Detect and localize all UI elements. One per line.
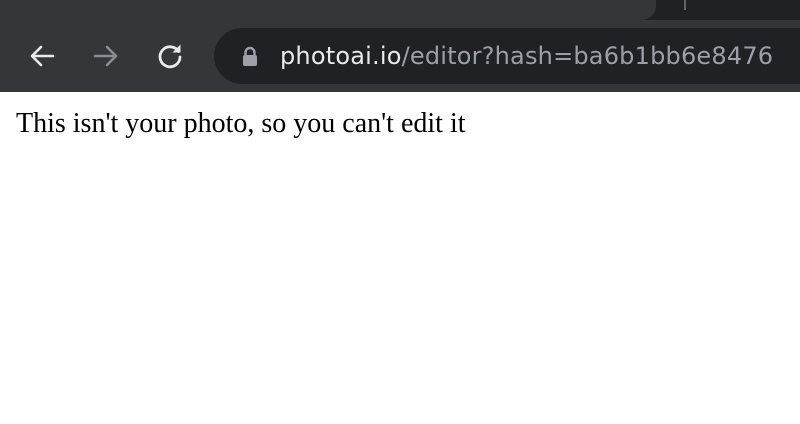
reload-button[interactable]: [150, 36, 190, 76]
active-tab[interactable]: [0, 0, 656, 20]
tab-strip: [0, 0, 800, 20]
url-path: /editor?hash=ba6b1bb6e8476: [401, 42, 774, 70]
browser-toolbar: photoai.io/editor?hash=ba6b1bb6e8476: [0, 0, 800, 92]
url-text[interactable]: photoai.io/editor?hash=ba6b1bb6e8476: [280, 40, 773, 72]
back-arrow-icon: [30, 45, 55, 67]
address-bar[interactable]: photoai.io/editor?hash=ba6b1bb6e8476: [214, 28, 800, 84]
back-button[interactable]: [22, 36, 62, 76]
page-content: This isn't your photo, so you can't edit…: [0, 92, 800, 424]
reload-icon: [158, 44, 182, 69]
lock-icon[interactable]: [240, 46, 260, 68]
forward-button[interactable]: [86, 36, 126, 76]
tab-divider: [684, 0, 686, 10]
url-host: photoai.io: [280, 42, 402, 70]
forward-arrow-icon: [93, 45, 118, 67]
error-message: This isn't your photo, so you can't edit…: [16, 108, 466, 139]
